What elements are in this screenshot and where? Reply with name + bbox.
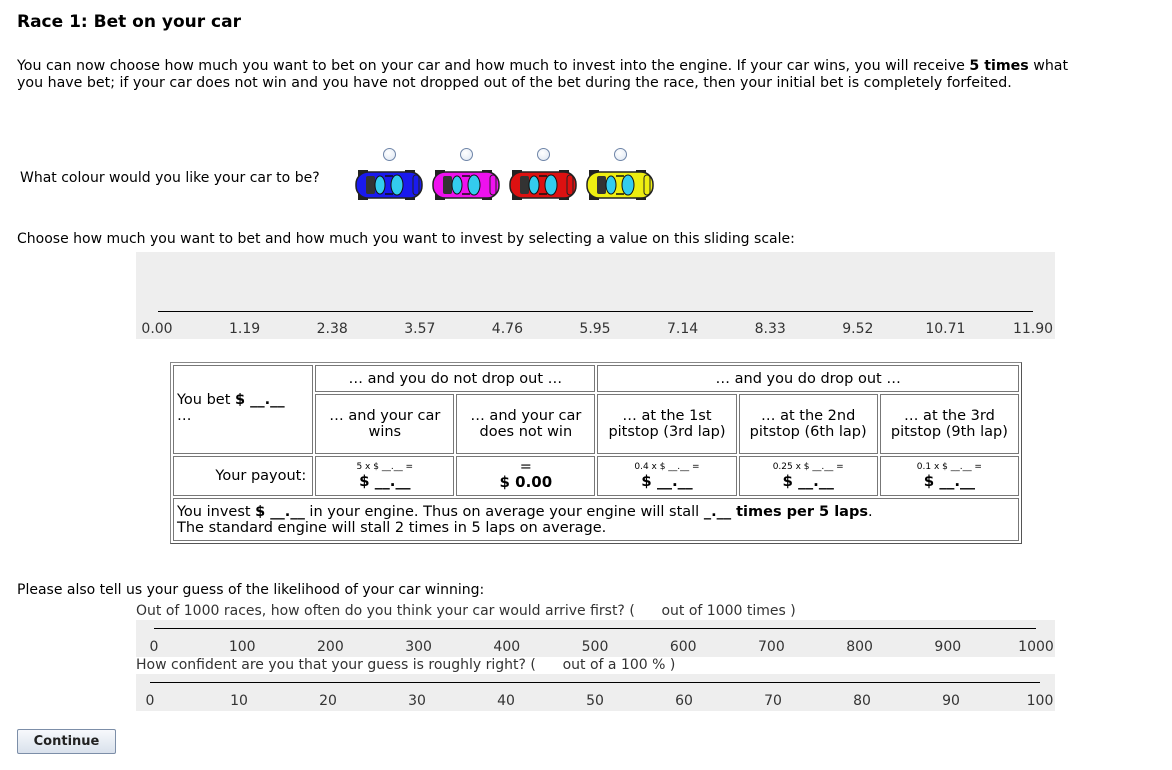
header-drop: … and you do drop out … bbox=[597, 365, 1019, 393]
bet-slider-tick-label: 2.38 bbox=[316, 321, 348, 337]
guess-slider-tick-label: 1000 bbox=[1018, 639, 1054, 655]
payout-value: $ __.__ bbox=[641, 471, 693, 490]
page-title: Race 1: Bet on your car bbox=[17, 12, 241, 32]
intro-line1: You can now choose how much you want to … bbox=[17, 58, 970, 74]
guess-slider-tick-label: 400 bbox=[493, 639, 521, 655]
payout-value: $ 0.00 bbox=[499, 472, 553, 491]
payout-pitstop-2: 0.25 x $ __.__ = $ __.__ bbox=[738, 455, 878, 497]
guess-slider-tick-label: 100 bbox=[228, 639, 256, 655]
confidence-slider-tick-label: 70 bbox=[764, 693, 782, 709]
confidence-slider-track[interactable] bbox=[150, 682, 1040, 683]
confidence-slider-tick-label: 50 bbox=[586, 693, 604, 709]
confidence-question: How confident are you that your guess is… bbox=[136, 657, 676, 673]
confidence-slider-tick-label: 100 bbox=[1026, 693, 1054, 709]
col-pitstop-2: … at the 2nd pitstop (6th lap) bbox=[738, 394, 878, 454]
payout-wins: 5 x $ __.__ = $ __.__ bbox=[315, 455, 455, 497]
colour-question: What colour would you like your car to b… bbox=[20, 170, 320, 186]
col-pitstop-1: … at the 1st pitstop (3rd lap) bbox=[597, 394, 737, 454]
you-bet-ellipsis: … bbox=[177, 408, 192, 424]
col-pitstop-3: … at the 3rd pitstop (9th lap) bbox=[879, 394, 1019, 454]
payout-pitstop-1: 0.4 x $ __.__ = $ __.__ bbox=[597, 455, 737, 497]
guess-question: Out of 1000 races, how often do you thin… bbox=[136, 603, 796, 619]
guess-slider-tick-label: 0 bbox=[149, 639, 159, 655]
intro-line1-end: what bbox=[1028, 58, 1069, 74]
stall-rate: _.__ times per 5 laps bbox=[703, 503, 868, 520]
bet-slider-track[interactable] bbox=[158, 311, 1033, 312]
payout-value: $ __.__ bbox=[923, 471, 976, 490]
guess-slider-tick-label: 900 bbox=[934, 639, 962, 655]
col-wins: … and your car wins bbox=[315, 394, 455, 454]
bet-slider-tick-label: 4.76 bbox=[491, 321, 523, 337]
invest-info: You invest $ __.__ in your engine. Thus … bbox=[173, 498, 1019, 541]
intro-emphasis: 5 times bbox=[969, 58, 1029, 74]
car-icon[interactable] bbox=[355, 167, 423, 203]
confidence-slider-tick-label: 90 bbox=[942, 693, 960, 709]
bet-slider[interactable]: 0.00 1.19 2.38 3.57 4.76 5.95 7.14 8.33 9.52 10.7… bbox=[136, 252, 1055, 339]
confidence-slider-tick-label: 60 bbox=[675, 693, 693, 709]
invest-amount: $ __.__ bbox=[255, 503, 305, 520]
confidence-slider-tick-label: 80 bbox=[853, 693, 871, 709]
bet-slider-tick-label: 0.00 bbox=[141, 321, 173, 337]
col-not-win: … and your car does not win bbox=[456, 394, 596, 454]
payout-value: $ __.__ bbox=[359, 471, 411, 490]
guess-slider-track[interactable] bbox=[154, 628, 1036, 629]
car-icon[interactable] bbox=[509, 167, 577, 203]
bet-slider-tick-label: 1.19 bbox=[229, 321, 261, 337]
car-icon[interactable] bbox=[432, 167, 500, 203]
payout-not-win: = $ 0.00 bbox=[456, 455, 596, 497]
car-option-blue[interactable] bbox=[354, 146, 424, 212]
confidence-slider-tick-label: 10 bbox=[230, 693, 248, 709]
header-not-drop: … and you do not drop out … bbox=[315, 365, 596, 393]
intro-text: You can now choose how much you want to … bbox=[17, 58, 1157, 92]
payout-label: Your payout: bbox=[173, 455, 314, 497]
guess-heading: Please also tell us your guess of the li… bbox=[17, 582, 485, 598]
car-radio-blue[interactable] bbox=[382, 148, 396, 161]
bet-slider-tick-label: 5.95 bbox=[579, 321, 611, 337]
confidence-slider-tick-label: 0 bbox=[145, 693, 155, 709]
you-bet-amount: $ __.__ bbox=[235, 392, 285, 408]
invest-period: . bbox=[867, 503, 873, 520]
guess-slider-tick-label: 300 bbox=[405, 639, 432, 655]
guess-slider-tick-label: 600 bbox=[669, 639, 697, 655]
car-option-red[interactable] bbox=[508, 146, 578, 212]
bet-slider-tick-label: 7.14 bbox=[667, 321, 699, 337]
you-bet-cell: You bet $ __.__ … bbox=[173, 365, 314, 454]
bet-slider-tick-label: 8.33 bbox=[754, 321, 786, 337]
continue-button[interactable]: Continue bbox=[17, 729, 116, 754]
car-icon[interactable] bbox=[586, 167, 654, 203]
guess-slider-tick-label: 200 bbox=[317, 639, 344, 655]
guess-slider-tick-label: 800 bbox=[846, 639, 873, 655]
bet-slider-tick-label: 10.71 bbox=[925, 321, 966, 337]
bet-slider-tick-label: 3.57 bbox=[404, 321, 436, 337]
guess-slider[interactable]: 0 100 200 300 400 500 600 700 800 900 1000 bbox=[136, 620, 1055, 657]
payout-pitstop-3: 0.1 x $ __.__ = $ __.__ bbox=[879, 455, 1019, 497]
guess-slider-tick-label: 500 bbox=[581, 639, 609, 655]
standard-engine-note: The standard engine will stall 2 times i… bbox=[177, 519, 607, 536]
payout-table: You bet $ __.__ … … and you do not drop … bbox=[170, 362, 1022, 544]
bet-slider-tick-label: 9.52 bbox=[842, 321, 874, 337]
confidence-slider[interactable]: 0 10 20 30 40 50 60 70 80 90 100 bbox=[136, 674, 1055, 711]
confidence-slider-tick-label: 20 bbox=[319, 693, 337, 709]
car-radio-magenta[interactable] bbox=[459, 148, 473, 161]
car-radio-yellow[interactable] bbox=[613, 148, 627, 161]
payout-value: $ __.__ bbox=[782, 471, 834, 490]
guess-slider-tick-label: 700 bbox=[758, 639, 785, 655]
invest-text: in your engine. Thus on average your eng… bbox=[304, 503, 704, 520]
confidence-slider-tick-label: 40 bbox=[497, 693, 515, 709]
bet-slider-tick-label: 11.90 bbox=[1012, 321, 1054, 337]
intro-line2: you have bet; if your car does not win a… bbox=[17, 75, 1012, 91]
invest-label: You invest bbox=[177, 503, 256, 520]
confidence-slider-tick-label: 30 bbox=[408, 693, 426, 709]
car-option-magenta[interactable] bbox=[431, 146, 501, 212]
bet-instruction: Choose how much you want to bet and how … bbox=[17, 231, 795, 247]
you-bet-label: You bet bbox=[177, 392, 236, 408]
car-radio-red[interactable] bbox=[536, 148, 550, 161]
car-option-yellow[interactable] bbox=[585, 146, 655, 212]
